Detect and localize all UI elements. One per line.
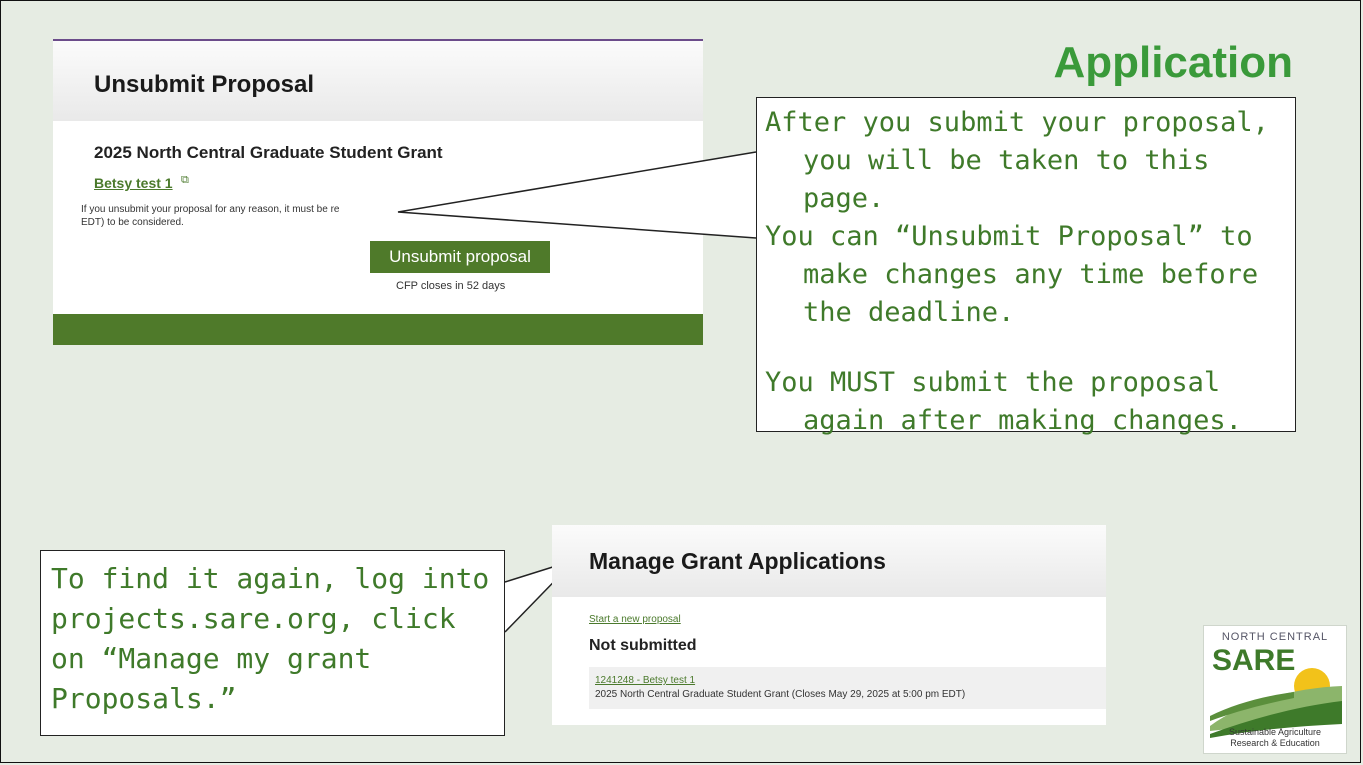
- proposal-row-link[interactable]: 1241248 - Betsy test 1: [595, 675, 695, 686]
- list-item: 1241248 - Betsy test 1 2025 North Centra…: [589, 667, 1106, 709]
- logo-subtitle: Sustainable Agriculture Research & Educa…: [1228, 727, 1322, 748]
- manage-header: Manage Grant Applications: [552, 525, 1106, 597]
- callout-right-line: You MUST submit the proposal again after…: [765, 367, 1242, 436]
- manage-screenshot: Manage Grant Applications Start a new pr…: [552, 525, 1106, 725]
- callout-right-line: After you submit your proposal, you will…: [765, 107, 1269, 214]
- left-callout: To find it again, log into projects.sare…: [40, 550, 505, 736]
- proposal-row-description: 2025 North Central Graduate Student Gran…: [595, 689, 966, 700]
- callout-left-line: To find it again, log into: [51, 562, 490, 595]
- not-submitted-heading: Not submitted: [589, 637, 697, 654]
- logo-brand-text: SARE: [1212, 644, 1295, 677]
- callout-right-line: You can “Unsubmit Proposal” to make chan…: [765, 221, 1259, 328]
- callout-left-line: Proposals.”: [51, 682, 237, 715]
- sare-logo: NORTH CENTRAL SARE Sustainable Agricultu…: [1203, 625, 1347, 754]
- start-new-proposal-link[interactable]: Start a new proposal: [589, 614, 681, 625]
- right-callout: After you submit your proposal, you will…: [756, 97, 1296, 436]
- callout-left-line: on “Manage my grant: [51, 642, 372, 675]
- manage-header-title: Manage Grant Applications: [589, 548, 886, 574]
- callout-left-line: projects.sare.org, click: [51, 602, 456, 635]
